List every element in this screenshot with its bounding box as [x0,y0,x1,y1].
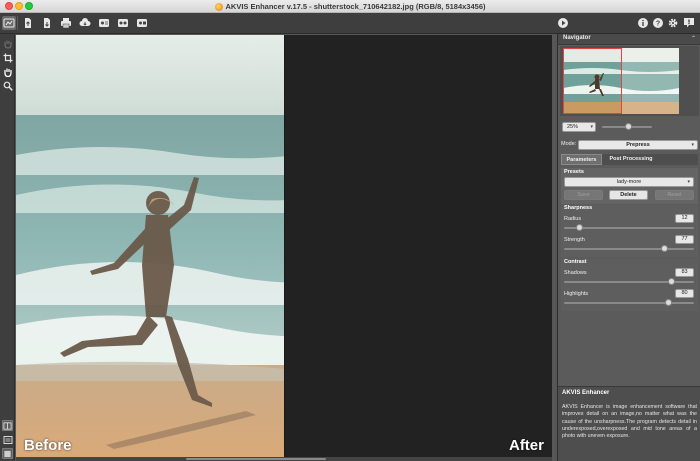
zoom-select[interactable]: 25% ▾ [562,122,596,132]
pan-icon[interactable] [2,66,13,77]
before-pane[interactable]: Before [16,35,284,459]
zoom-slider-knob[interactable] [625,123,632,130]
settings-extra-icon[interactable] [116,16,130,30]
presets-title: Presets [564,169,584,175]
preferences-icon[interactable] [666,16,680,30]
sharpness-section: Sharpness Radius 12 Strength 77 [561,205,698,257]
info-text: AKVIS Enhancer is image enhancement soft… [562,404,697,440]
shadows-slider-knob[interactable] [668,278,676,285]
radius-value-field[interactable]: 12 [675,214,694,223]
zoom-control: 25% ▾ [562,122,698,132]
strength-slider-knob[interactable] [660,245,668,252]
radius-param: Radius 12 [561,214,698,236]
tab-parameters[interactable]: Parameters [561,154,602,165]
zoom-icon[interactable] [2,80,13,91]
sharpness-title: Sharpness [564,205,593,211]
open-file-icon[interactable] [21,16,35,30]
radius-slider-track[interactable] [564,227,694,229]
share-cloud-icon[interactable] [78,16,92,30]
before-label: Before [24,437,72,454]
zoom-value: 25% [567,124,579,130]
after-pane[interactable]: After [285,35,552,459]
delete-preset-button[interactable]: Delete [609,190,648,200]
after-photo [285,35,552,459]
toolbar: ? [0,13,700,34]
collapse-chevron-icon[interactable]: ⌃ [691,35,696,42]
radius-label: Radius [564,216,582,222]
navigator-header[interactable]: Navigator ⌃ [558,34,700,45]
title-bar: AKVIS Enhancer v.17.5 - shutterstock_710… [0,0,700,13]
tab-post-processing[interactable]: Post Processing [604,154,658,165]
svg-text:?: ? [656,21,660,28]
akvis-logo-icon[interactable] [2,16,16,30]
after-label: After [508,437,544,454]
split-view-icon[interactable] [2,420,13,431]
shadows-label: Shadows [564,270,587,276]
shadows-param: Shadows 83 [561,268,698,290]
navigator-preview[interactable] [560,46,699,116]
navigator-viewport[interactable] [563,48,622,114]
app-logo-icon [214,2,223,11]
strength-label: Strength [564,237,585,243]
mode-select[interactable]: Prepress ▾ [578,140,698,150]
mode-row: Mode: Prepress ▾ [561,140,698,150]
tool-strip [0,34,15,461]
presets-section: Presets lady-more ▾ Save Delete Reset [561,168,698,204]
preset-value: lady-more [616,179,642,185]
highlights-label: Highlights [564,291,589,297]
shadows-value-field[interactable]: 83 [675,268,694,277]
strength-value-field[interactable]: 77 [675,235,694,244]
crop-icon[interactable] [2,52,13,63]
notifications-icon[interactable] [682,16,696,30]
save-preset-button[interactable]: Save [564,190,603,200]
chevron-down-icon: ▾ [590,124,593,130]
info-title: AKVIS Enhancer [562,390,610,396]
mode-label: Mode: [561,141,577,147]
single-view-icon[interactable] [2,448,13,459]
horizontal-scrollbar[interactable] [16,457,552,461]
chevron-down-icon: ▾ [687,179,690,185]
info-icon[interactable] [636,16,650,30]
batch-icon[interactable] [97,16,111,30]
run-icon[interactable] [556,16,570,30]
strength-slider-track[interactable] [564,248,694,250]
app-window: AKVIS Enhancer v.17.5 - shutterstock_710… [0,0,700,461]
contrast-title: Contrast [564,259,587,265]
settings-panel: Navigator ⌃ 25% ▾ Mode: Prepress ▾ Param… [557,34,700,461]
compare-view-icon[interactable] [2,434,13,445]
window-title: AKVIS Enhancer v.17.5 - shutterstock_710… [225,2,486,11]
preset-select[interactable]: lady-more ▾ [564,177,694,187]
chevron-down-icon: ▾ [691,142,694,148]
navigator-title: Navigator [563,35,591,41]
highlights-value-field[interactable]: 80 [675,289,694,298]
toolbar-separator [17,16,18,30]
save-file-icon[interactable] [40,16,54,30]
tab-bar: Parameters Post Processing [561,154,698,165]
info-box: AKVIS Enhancer AKVIS Enhancer is image e… [558,386,700,461]
highlights-param: Highlights 80 [561,289,698,311]
help-icon[interactable]: ? [651,16,665,30]
print-icon[interactable] [59,16,73,30]
scrollbar-thumb[interactable] [186,458,326,460]
highlights-slider-knob[interactable] [664,299,672,306]
reset-preset-button[interactable]: Reset [655,190,694,200]
contrast-section: Contrast Shadows 83 Highlights 80 [561,259,698,311]
before-photo [16,35,284,459]
mode-value: Prepress [626,142,650,148]
plugin-icon[interactable] [135,16,149,30]
highlights-slider-track[interactable] [564,302,694,304]
image-canvas[interactable]: Before After [16,35,552,459]
navigator-thumbnail [563,48,679,114]
strength-param: Strength 77 [561,235,698,257]
hand-icon[interactable] [2,38,13,49]
radius-slider-knob[interactable] [576,224,584,231]
